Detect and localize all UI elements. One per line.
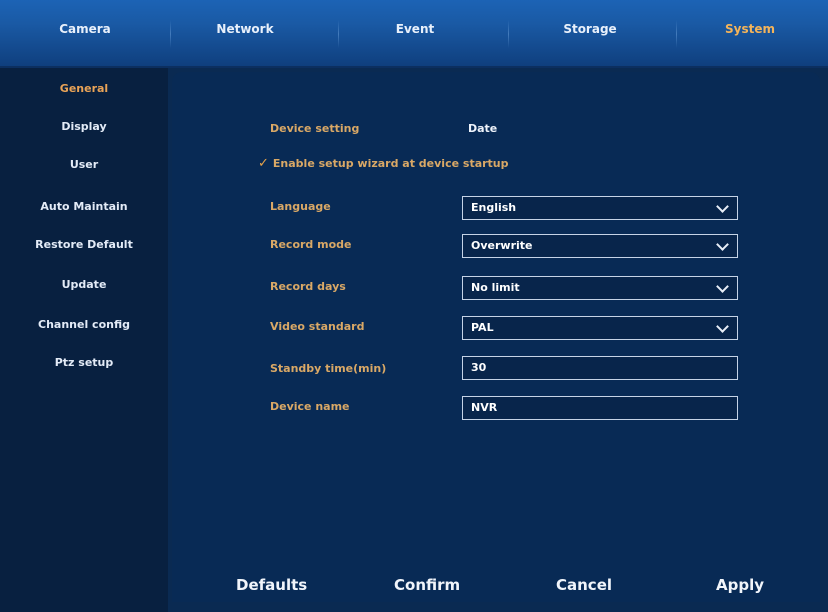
language-label: Language [270,200,331,213]
sidebar-item-ptz-setup[interactable]: Ptz setup [0,352,168,374]
record-days-label: Record days [270,280,346,293]
tab-storage[interactable]: Storage [545,22,635,46]
standby-time-input[interactable]: 30 [462,356,738,380]
record-days-value: No limit [471,281,520,294]
tab-network[interactable]: Network [200,22,290,46]
setup-wizard-label: Enable setup wizard at device startup [272,157,509,170]
record-mode-label: Record mode [270,238,352,251]
video-standard-label: Video standard [270,320,365,333]
setup-wizard-checkbox[interactable]: ✓ Enable setup wizard at device startup [258,156,509,171]
chevron-down-icon [716,280,729,293]
apply-button[interactable]: Apply [716,576,764,594]
chevron-down-icon [716,200,729,213]
tab-system[interactable]: System [705,22,795,46]
sidebar-item-channel-config[interactable]: Channel config [0,314,168,336]
video-standard-value: PAL [471,321,494,334]
chevron-down-icon [716,320,729,333]
device-name-input[interactable]: NVR [462,396,738,420]
record-days-select[interactable]: No limit [462,276,738,300]
subtab-device-setting[interactable]: Device setting [270,122,359,135]
language-select[interactable]: English [462,196,738,220]
tab-divider [676,20,677,48]
top-nav-bar: Camera Network Event Storage System [0,0,828,68]
tab-camera[interactable]: Camera [40,22,130,46]
standby-time-label: Standby time(min) [270,362,387,375]
language-value: English [471,201,517,214]
tab-divider [170,20,171,48]
record-mode-select[interactable]: Overwrite [462,234,738,258]
confirm-button[interactable]: Confirm [394,576,460,594]
video-standard-select[interactable]: PAL [462,316,738,340]
sidebar-item-user[interactable]: User [0,154,168,176]
cancel-button[interactable]: Cancel [556,576,612,594]
sidebar-item-auto-maintain[interactable]: Auto Maintain [0,196,168,218]
checkmark-icon: ✓ [258,156,269,171]
sidebar-item-restore-default[interactable]: Restore Default [0,234,168,256]
sidebar: General Display User Auto Maintain Resto… [0,68,168,612]
subtab-date[interactable]: Date [468,122,497,135]
device-name-label: Device name [270,400,350,413]
tab-divider [338,20,339,48]
defaults-button[interactable]: Defaults [236,576,307,594]
sidebar-item-display[interactable]: Display [0,116,168,138]
tab-event[interactable]: Event [370,22,460,46]
tab-divider [508,20,509,48]
sidebar-item-general[interactable]: General [0,78,168,100]
record-mode-value: Overwrite [471,239,533,252]
sidebar-item-update[interactable]: Update [0,274,168,296]
chevron-down-icon [716,238,729,251]
